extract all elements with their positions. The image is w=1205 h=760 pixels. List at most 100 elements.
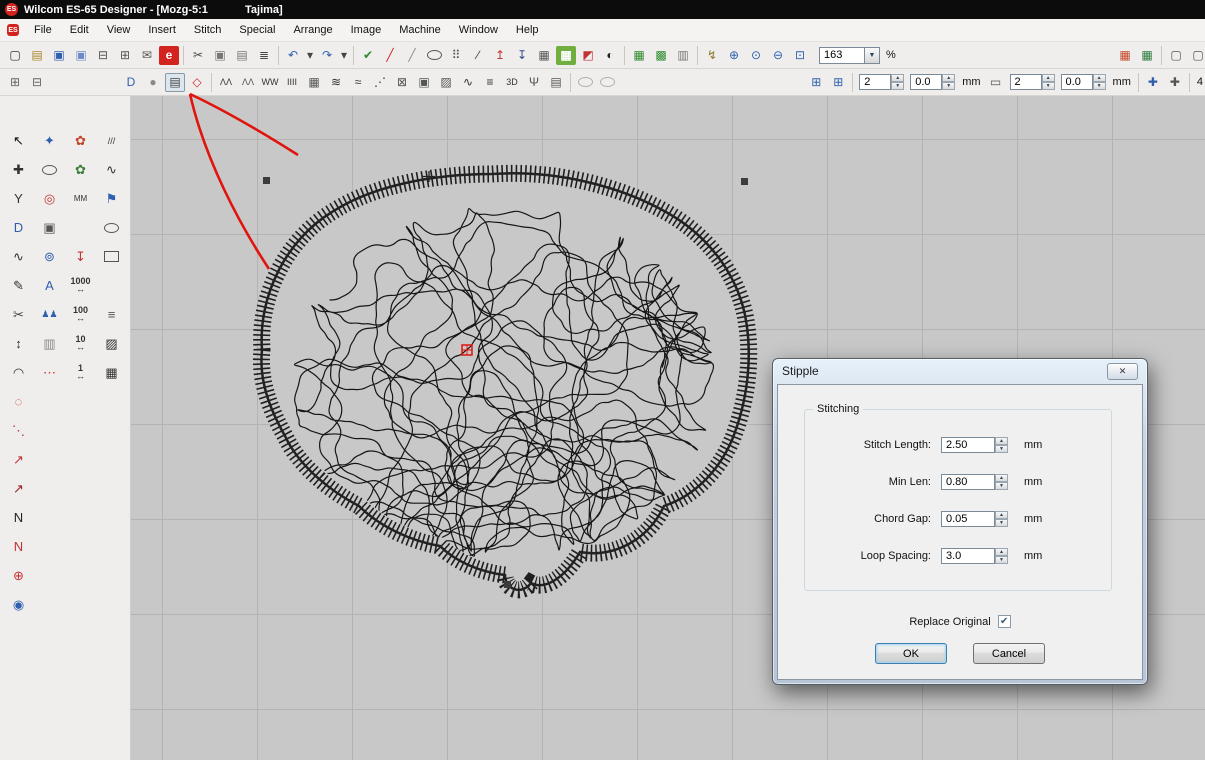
stitch-length-down[interactable]: ▼ (995, 445, 1008, 453)
brain-fill-shape[interactable] (261, 173, 748, 590)
stamp-tool-tool[interactable]: ▣ (34, 215, 65, 240)
run-stitch-tool[interactable]: ↗ (3, 447, 34, 472)
color-objects-icon[interactable]: ◩ (578, 46, 598, 65)
mirror-fan-tool[interactable]: ◠ (3, 360, 34, 385)
reshape-object-tool[interactable]: ✚ (3, 157, 34, 182)
satin-stitch-icon[interactable]: WW (260, 73, 280, 92)
hoop-template-icon[interactable]: ▥ (673, 46, 693, 65)
thread-palette-icon[interactable]: ▦ (1137, 46, 1157, 65)
entry-marker-tool[interactable]: ⊕ (3, 563, 34, 588)
stem-stitch-icon[interactable]: ≡ (480, 73, 500, 92)
stitch-list-icon[interactable]: ▦ (534, 46, 554, 65)
zigzag-stitch-icon[interactable]: ΛΛ (216, 73, 236, 92)
window-tile-icon[interactable]: ▢ (1166, 46, 1186, 65)
zoom-out-icon[interactable]: ⊖ (768, 46, 788, 65)
gradient-fill-icon[interactable]: ▤ (546, 73, 566, 92)
min-len-input[interactable] (941, 474, 995, 490)
preset-1-tool[interactable]: 1↔ (65, 360, 96, 385)
menu-view[interactable]: View (98, 20, 140, 40)
chord-gap-input[interactable] (941, 511, 995, 527)
measure-tool-tool[interactable]: ↕ (3, 331, 34, 356)
ring-ellipse-tool[interactable]: ◌ (3, 389, 34, 414)
loop-spacing-input[interactable] (941, 548, 995, 564)
block-gray-tool[interactable]: ▦ (96, 360, 127, 385)
circle-fill-icon[interactable]: ● (143, 73, 163, 92)
loop-spacing-up[interactable]: ▲ (995, 548, 1008, 556)
cut-tool-tool[interactable]: ✂ (3, 302, 34, 327)
redo-icon[interactable]: ↷ (317, 46, 337, 65)
team-names-tool[interactable]: ♟♟ (34, 302, 65, 327)
paste-icon[interactable]: ▤ (232, 46, 252, 65)
digitize-closed-tool[interactable]: ✦ (34, 128, 65, 153)
tatami-fill-icon[interactable]: ΙΙΙΙ (282, 73, 302, 92)
new-design-icon[interactable]: ▢ (5, 46, 25, 65)
ring-target-tool[interactable]: ◎ (34, 186, 65, 211)
fancy-fill-icon[interactable]: D (121, 73, 141, 92)
selection-handle[interactable] (741, 178, 748, 185)
wave-effect-icon[interactable] (597, 73, 617, 92)
penetration-out-icon[interactable]: ↧ (512, 46, 532, 65)
ok-button[interactable]: OK (875, 643, 947, 664)
stitch-length-input[interactable] (941, 437, 995, 453)
ladder-stitch-tool[interactable]: ≡ (96, 302, 127, 327)
lettering-tool[interactable]: A (34, 273, 65, 298)
zoom-previous-icon[interactable]: ↯ (702, 46, 722, 65)
menu-special[interactable]: Special (230, 20, 284, 40)
menu-help[interactable]: Help (507, 20, 548, 40)
stitch-angle-red-icon[interactable]: ╱ (380, 46, 400, 65)
pull-comp-down[interactable]: ▼ (891, 82, 904, 90)
needle-point-tool[interactable]: ↧ (65, 244, 96, 269)
chord-gap-up[interactable]: ▲ (995, 511, 1008, 519)
menu-edit[interactable]: Edit (61, 20, 98, 40)
ellipse-draw-tool[interactable] (96, 215, 127, 240)
stitch-angle-icon[interactable]: ╱ (402, 46, 422, 65)
arc-digitize-tool[interactable]: ∿ (96, 157, 127, 182)
pattern-gray-tool[interactable]: ▨ (96, 331, 127, 356)
cut-icon[interactable]: ✂ (188, 46, 208, 65)
globe-tool-tool[interactable]: ⊚ (34, 244, 65, 269)
trapunto-icon[interactable] (575, 73, 595, 92)
overlap-objects-icon[interactable]: ⊞ (5, 73, 25, 92)
remove-overlaps-icon[interactable]: ⊟ (27, 73, 47, 92)
plant-tool-tool[interactable]: ✿ (65, 157, 96, 182)
fractal-fill-icon[interactable]: ⋰ (370, 73, 390, 92)
stitch-spacing-auto-icon[interactable]: ⊞ (806, 73, 826, 92)
contour-stitch-icon[interactable]: ≈ (348, 73, 368, 92)
menu-stitch[interactable]: Stitch (185, 20, 231, 40)
menu-insert[interactable]: Insert (139, 20, 185, 40)
count-input[interactable] (1010, 74, 1042, 90)
stitch-density-icon[interactable]: ⊞ (828, 73, 848, 92)
offset-b-up[interactable]: ▲ (1093, 74, 1106, 82)
menu-file[interactable]: File (25, 20, 61, 40)
black-white-view-icon[interactable]: ◐ (600, 46, 620, 65)
hoop-tool-tool[interactable]: ▥ (34, 331, 65, 356)
zigzag-run-tool[interactable]: ∿ (3, 244, 34, 269)
dialog-title-bar[interactable]: Stipple ✕ (773, 359, 1147, 383)
design-repeat-icon[interactable]: ▦ (1115, 46, 1135, 65)
pull-comp-input[interactable] (859, 74, 891, 90)
photo-flash-icon[interactable]: ▨ (436, 73, 456, 92)
3d-warp-icon[interactable]: 3D (502, 73, 522, 92)
run-pen-icon[interactable]: ∕ (468, 46, 488, 65)
stipple-dots-icon[interactable]: ⠿ (446, 46, 466, 65)
zigzag-mm-tool[interactable]: MM (65, 186, 96, 211)
fancy-d-tool[interactable]: D (3, 215, 34, 240)
open-design-icon[interactable]: ▤ (27, 46, 47, 65)
copy-icon[interactable]: ▣ (210, 46, 230, 65)
length-setting-icon[interactable]: ▭ (986, 73, 1006, 92)
print-preview-icon[interactable]: ⊞ (115, 46, 135, 65)
program-split-icon[interactable]: ▦ (304, 73, 324, 92)
count-down[interactable]: ▼ (1042, 82, 1055, 90)
rectangle-draw-tool[interactable] (96, 244, 127, 269)
show-grid-icon[interactable]: ▦ (629, 46, 649, 65)
send-to-machine-icon[interactable]: ✉ (137, 46, 157, 65)
selection-handle[interactable] (263, 177, 270, 184)
zoom-input[interactable] (819, 47, 865, 64)
cancel-button[interactable]: Cancel (973, 643, 1045, 664)
loop-spacing-down[interactable]: ▼ (995, 556, 1008, 564)
ellipse-outline-icon[interactable] (424, 46, 444, 65)
menu-window[interactable]: Window (450, 20, 507, 40)
e-stitch-icon[interactable]: ΛΛ (238, 73, 258, 92)
edit-anchors-tool[interactable]: Y (3, 186, 34, 211)
es-design-explorer-icon[interactable]: e (159, 46, 179, 65)
